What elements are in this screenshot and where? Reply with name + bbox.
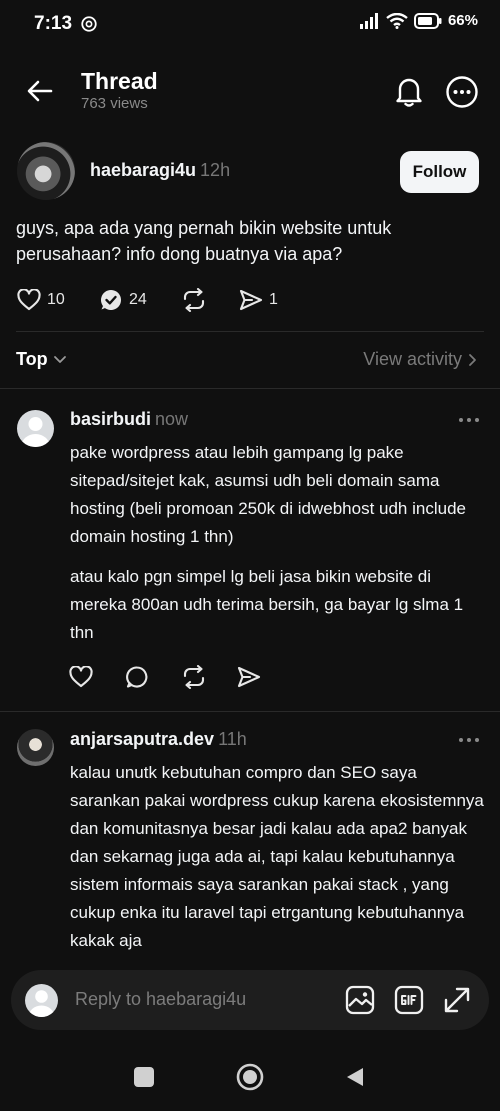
page-title: Thread [81, 68, 158, 94]
reply-button[interactable]: 24 [99, 288, 181, 312]
sort-dropdown[interactable]: Top [16, 349, 67, 370]
reply-author-line: anjarsaputra.dev 11h [70, 729, 247, 750]
divider [0, 388, 500, 389]
battery-icon [413, 12, 442, 29]
share-count: 1 [269, 291, 278, 308]
post-actions: 10 24 1 [17, 288, 278, 312]
more-dots-icon [457, 416, 481, 424]
reply-time: now [155, 409, 189, 429]
notifications-button[interactable] [392, 74, 426, 108]
status-time: 7:13 [34, 13, 73, 34]
reply-actions [69, 665, 261, 689]
bell-icon [392, 74, 426, 108]
send-icon [239, 289, 263, 311]
avatar-anjarsaputra[interactable] [17, 729, 54, 766]
reply-count: 24 [129, 291, 147, 308]
reply-input[interactable]: Reply to haebaragi4u [75, 989, 246, 1010]
wifi-icon [386, 12, 408, 29]
more-options-button[interactable] [444, 74, 480, 110]
like-button[interactable] [69, 666, 125, 688]
divider [16, 331, 484, 332]
post-author-line: haebaragi4u 12h [90, 160, 230, 181]
divider [0, 711, 500, 712]
battery-percent: 66% [447, 12, 478, 29]
send-icon [237, 666, 261, 688]
chevron-right-icon [468, 353, 477, 367]
reply-author-line: basirbudi now [70, 409, 188, 430]
reply-more-button[interactable] [457, 416, 481, 424]
repost-button[interactable] [181, 288, 239, 312]
avatar-basirbudi[interactable] [17, 410, 54, 447]
comment-icon [125, 665, 149, 689]
repost-icon [181, 288, 207, 312]
more-circle-icon [444, 74, 480, 110]
gif-button[interactable] [394, 985, 424, 1015]
heart-icon [69, 666, 93, 688]
like-button[interactable]: 10 [17, 289, 99, 311]
repost-button[interactable] [181, 665, 237, 689]
reply-more-button[interactable] [457, 736, 481, 744]
image-button[interactable] [345, 985, 375, 1015]
reply-username[interactable]: basirbudi [70, 409, 151, 429]
reply-avatar [25, 984, 58, 1017]
share-button[interactable]: 1 [239, 289, 278, 311]
back-button[interactable] [22, 76, 58, 106]
reply-paragraph: kalau unutk kebutuhan compro dan SEO say… [70, 763, 484, 950]
reply-body-clip: kalau unutk kebutuhan compro dan SEO say… [70, 759, 488, 967]
status-icons: 66% [359, 12, 478, 29]
reply-time: 11h [218, 729, 247, 749]
more-dots-icon [457, 736, 481, 744]
chevron-down-icon [53, 355, 67, 365]
recents-button[interactable] [134, 1067, 154, 1087]
share-button[interactable] [237, 666, 261, 688]
comment-button[interactable] [125, 665, 181, 689]
follow-button[interactable]: Follow [400, 151, 479, 193]
repost-icon [181, 665, 207, 689]
sort-label: Top [16, 349, 48, 369]
gif-icon [394, 985, 424, 1015]
reply-check-icon [99, 288, 123, 312]
threads-logo-icon [80, 15, 98, 33]
signal-icon [359, 12, 380, 29]
expand-icon [443, 986, 471, 1014]
view-count: 763 views [81, 95, 148, 112]
post-username[interactable]: haebaragi4u [90, 160, 196, 180]
expand-button[interactable] [443, 986, 471, 1014]
view-activity-label: View activity [363, 349, 462, 369]
system-back-button[interactable] [344, 1066, 366, 1088]
reply-paragraph: pake wordpress atau lebih gampang lg pak… [70, 443, 466, 546]
post-time: 12h [200, 160, 231, 180]
image-icon [345, 985, 375, 1015]
like-count: 10 [47, 291, 65, 308]
reply-paragraph: atau kalo pgn simpel lg beli jasa bikin … [70, 567, 464, 642]
arrow-left-icon [22, 76, 58, 106]
home-button[interactable] [236, 1063, 264, 1091]
reply-username[interactable]: anjarsaputra.dev [70, 729, 214, 749]
home-circle-icon [236, 1063, 264, 1091]
triangle-back-icon [344, 1066, 366, 1088]
view-activity-link[interactable]: View activity [363, 349, 477, 370]
post-text: guys, apa ada yang pernah bikin website … [16, 218, 392, 264]
heart-icon [17, 289, 41, 311]
avatar-haebaragi4u[interactable] [17, 142, 75, 200]
